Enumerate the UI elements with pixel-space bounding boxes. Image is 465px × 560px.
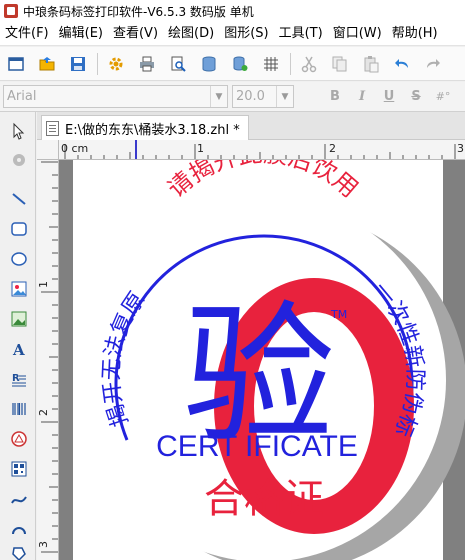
format-toolbar: Arial ▼ 20.0 ▼ B I U S #° [0, 82, 465, 112]
svg-text:R: R [12, 373, 20, 384]
font-size-select[interactable]: 20.0 ▼ [232, 85, 294, 108]
open-icon[interactable] [35, 52, 59, 76]
database-settings-icon[interactable] [228, 52, 252, 76]
print-preview-icon[interactable] [166, 52, 190, 76]
grid-icon[interactable] [259, 52, 283, 76]
toolbar-divider [290, 52, 291, 75]
settings-icon[interactable] [104, 52, 128, 76]
certificate-text[interactable]: CERT IFICATE [156, 430, 358, 463]
ruler-corner [37, 140, 59, 160]
app-window: 中琅条码标签打印软件-V6.5.3 数码版 单机 文件(F) 编辑(E) 查看(… [0, 0, 465, 560]
ruler-vlabel-3: 3 [37, 541, 50, 548]
app-logo-icon [4, 4, 18, 18]
copy-icon[interactable] [328, 52, 352, 76]
paste-icon[interactable] [359, 52, 383, 76]
chevron-down-icon[interactable]: ▼ [276, 86, 293, 107]
rounded-rect-icon[interactable] [8, 218, 30, 240]
drawing-toolbox: A R [0, 112, 36, 560]
ellipse-icon[interactable] [8, 248, 30, 270]
design-canvas[interactable]: 请揭开此膜后饮用 揭开无法复原 一次性新防伪标 验 TM CERT IFICAT… [59, 160, 465, 560]
shape-tool-icon[interactable] [8, 428, 30, 450]
underline-button[interactable]: U [378, 89, 400, 104]
trademark-mark: TM [330, 308, 347, 321]
strikethrough-button[interactable]: S [405, 89, 427, 104]
horizontal-ruler-ticks: 0 cm 1 2 3 [61, 140, 464, 159]
menu-bar: 文件(F) 编辑(E) 查看(V) 绘图(D) 图形(S) 工具(T) 窗口(W… [0, 22, 465, 46]
document-tab[interactable]: E:\做的东东\桶装水3.18.zhl * [41, 115, 249, 140]
ruler-label-3: 3 [457, 142, 464, 155]
menu-tools[interactable]: 工具(T) [274, 22, 328, 46]
label-design: 请揭开此膜后饮用 揭开无法复原 一次性新防伪标 验 TM CERT IFICAT… [73, 160, 465, 560]
barcode-icon[interactable] [8, 398, 30, 420]
pan-icon[interactable] [8, 149, 30, 171]
save-icon[interactable] [66, 52, 90, 76]
vertical-ruler: 1 2 3 [37, 160, 59, 560]
polygon-icon[interactable] [8, 542, 30, 560]
select-icon[interactable] [8, 120, 30, 142]
curve-icon[interactable] [8, 488, 30, 510]
menu-window[interactable]: 窗口(W) [328, 22, 387, 46]
text-icon[interactable]: A [8, 338, 30, 360]
char-spacing-button[interactable]: #° [432, 90, 454, 103]
toolbar-divider [97, 52, 98, 75]
new-icon[interactable] [4, 52, 28, 76]
menu-help[interactable]: 帮助(H) [387, 22, 443, 46]
main-toolbar [0, 47, 465, 81]
italic-button[interactable]: I [351, 89, 373, 104]
ruler-vlabel-1: 1 [37, 281, 50, 288]
print-icon[interactable] [135, 52, 159, 76]
line-icon[interactable] [8, 188, 30, 210]
ruler-marker [135, 140, 137, 159]
rich-text-icon[interactable]: R [8, 368, 30, 390]
title-bar: 中琅条码标签打印软件-V6.5.3 数码版 单机 [0, 0, 465, 22]
ruler-label-1: 1 [197, 142, 204, 155]
database-icon[interactable] [197, 52, 221, 76]
qrcode-icon[interactable] [8, 458, 30, 480]
bottom-text[interactable]: 合格证 [204, 476, 324, 522]
document-tab-title: E:\做的东东\桶装水3.18.zhl * [65, 122, 240, 138]
cut-icon[interactable] [297, 52, 321, 76]
menu-draw[interactable]: 绘图(D) [163, 22, 219, 46]
redo-icon[interactable] [421, 52, 445, 76]
menu-edit[interactable]: 编辑(E) [54, 22, 108, 46]
font-size-value: 20.0 [236, 89, 265, 104]
window-title: 中琅条码标签打印软件-V6.5.3 数码版 单机 [23, 4, 254, 19]
arc-icon[interactable] [8, 518, 30, 540]
horizontal-ruler: 0 cm 1 2 3 [59, 140, 465, 160]
font-name-value: Arial [7, 89, 37, 104]
bold-button[interactable]: B [324, 89, 346, 104]
undo-icon[interactable] [390, 52, 414, 76]
document-tab-bar: E:\做的东东\桶装水3.18.zhl * [37, 112, 465, 140]
ruler-vlabel-2: 2 [37, 409, 50, 416]
menu-view[interactable]: 查看(V) [108, 22, 163, 46]
document-icon [46, 120, 59, 136]
svg-text:A: A [12, 341, 25, 358]
menu-file[interactable]: 文件(F) [0, 22, 54, 46]
vertical-ruler-ticks: 1 2 3 [37, 161, 58, 553]
image-icon[interactable] [8, 278, 30, 300]
picture-icon[interactable] [8, 308, 30, 330]
font-name-select[interactable]: Arial ▼ [3, 85, 228, 108]
ruler-label-2: 2 [329, 142, 336, 155]
ruler-unit: 0 cm [61, 142, 88, 155]
chevron-down-icon[interactable]: ▼ [210, 86, 227, 107]
menu-shape[interactable]: 图形(S) [219, 22, 273, 46]
